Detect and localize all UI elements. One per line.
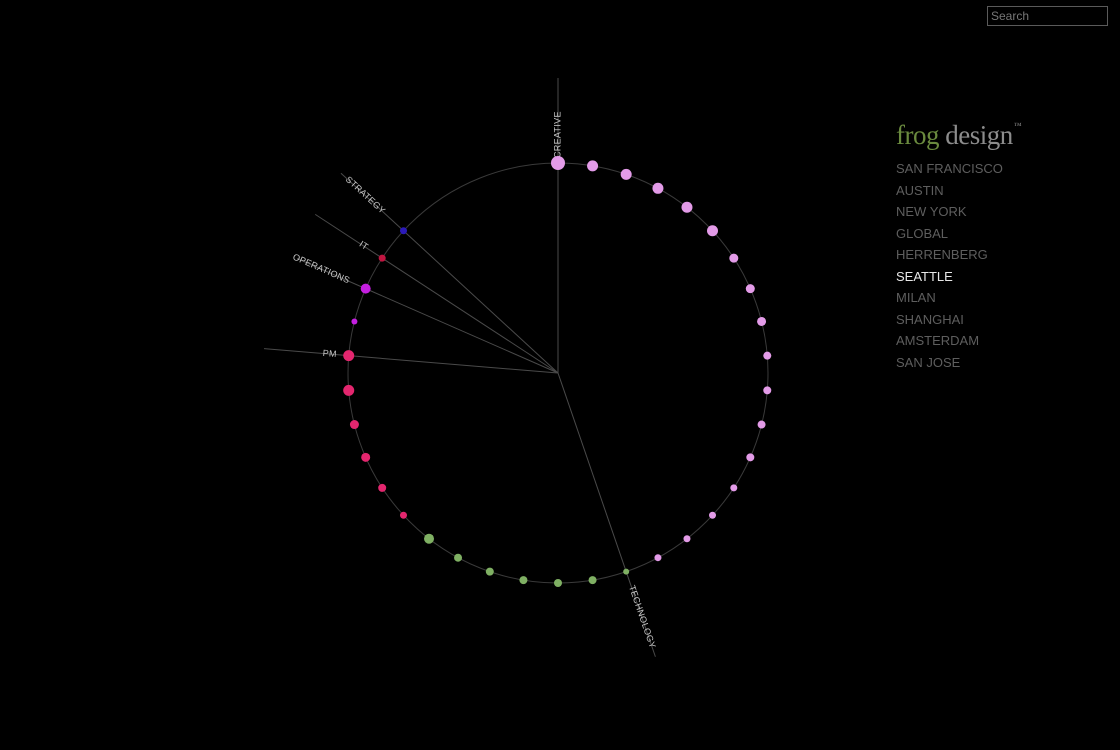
axis-label-strategy: STRATEGY xyxy=(344,174,388,215)
office-item-global[interactable]: GLOBAL xyxy=(896,223,1003,245)
logo-trademark: ™ xyxy=(1013,121,1022,130)
office-item-milan[interactable]: MILAN xyxy=(896,287,1003,309)
department-labels: CREATIVE TECHNOLOGY PM OPERATIONS IT STRATEGY xyxy=(291,111,658,649)
member-node-it[interactable] xyxy=(378,254,386,262)
member-node-creative[interactable] xyxy=(620,168,632,180)
axis-label-technology: TECHNOLOGY xyxy=(627,584,658,650)
member-node-creative[interactable] xyxy=(757,420,766,429)
logo-word-design: design xyxy=(938,120,1013,150)
member-node-pm[interactable] xyxy=(349,420,359,430)
member-node-operations[interactable] xyxy=(351,318,358,325)
member-node-technology[interactable] xyxy=(454,553,463,562)
member-node-creative[interactable] xyxy=(654,554,662,562)
office-item-san-jose[interactable]: SAN JOSE xyxy=(896,352,1003,374)
frog-design-logo: frog design™ xyxy=(896,120,1022,150)
member-node-creative[interactable] xyxy=(746,453,755,462)
office-item-austin[interactable]: AUSTIN xyxy=(896,180,1003,202)
member-node-creative[interactable] xyxy=(683,535,691,543)
axis-label-creative: CREATIVE xyxy=(552,111,562,158)
member-node-creative[interactable] xyxy=(707,225,719,237)
axis-label-pm: PM xyxy=(322,348,337,359)
office-item-amsterdam[interactable]: AMSTERDAM xyxy=(896,330,1003,352)
logo-word-frog: frog xyxy=(896,120,939,150)
office-item-herrenberg[interactable]: HERRENBERG xyxy=(896,244,1003,266)
member-node-creative[interactable] xyxy=(587,160,599,172)
member-node-creative[interactable] xyxy=(763,351,772,360)
member-node-technology[interactable] xyxy=(485,567,494,576)
member-node-creative[interactable] xyxy=(709,511,717,519)
axis-label-operations: OPERATIONS xyxy=(291,252,351,286)
office-list: SAN FRANCISCO AUSTIN NEW YORK GLOBAL HER… xyxy=(896,158,1003,373)
office-item-san-francisco[interactable]: SAN FRANCISCO xyxy=(896,158,1003,180)
member-node-creative[interactable] xyxy=(745,284,755,294)
member-node-pm[interactable] xyxy=(399,511,407,519)
team-member-nodes xyxy=(343,156,772,587)
member-node-technology[interactable] xyxy=(623,568,630,575)
member-node-technology[interactable] xyxy=(588,576,597,585)
member-node-creative[interactable] xyxy=(729,253,739,263)
member-node-creative[interactable] xyxy=(681,201,693,213)
axis-pm xyxy=(263,348,559,374)
member-node-technology[interactable] xyxy=(554,579,562,587)
member-node-pm[interactable] xyxy=(343,350,355,362)
member-node-creative[interactable] xyxy=(763,386,772,395)
member-node-creative[interactable] xyxy=(757,316,767,326)
team-radial-chart: CREATIVE TECHNOLOGY PM OPERATIONS IT STRATEGY xyxy=(263,78,772,657)
member-node-pm[interactable] xyxy=(361,452,371,462)
member-node-strategy[interactable] xyxy=(399,227,407,235)
search-input[interactable] xyxy=(987,6,1108,26)
axis-label-it: IT xyxy=(358,239,371,252)
member-node-operations[interactable] xyxy=(360,283,371,294)
member-node-technology[interactable] xyxy=(424,533,435,544)
member-node-creative[interactable] xyxy=(551,156,565,170)
member-node-pm[interactable] xyxy=(343,384,355,396)
member-node-technology[interactable] xyxy=(519,576,528,585)
office-item-seattle[interactable]: SEATTLE xyxy=(896,266,1003,288)
member-node-pm[interactable] xyxy=(378,483,387,492)
member-node-creative[interactable] xyxy=(652,182,664,194)
app-stage: frog design™ SAN FRANCISCO AUSTIN NEW YO… xyxy=(0,0,1120,750)
axis-it xyxy=(314,213,559,374)
office-item-shanghai[interactable]: SHANGHAI xyxy=(896,309,1003,331)
member-node-creative[interactable] xyxy=(730,484,738,492)
office-item-new-york[interactable]: NEW YORK xyxy=(896,201,1003,223)
